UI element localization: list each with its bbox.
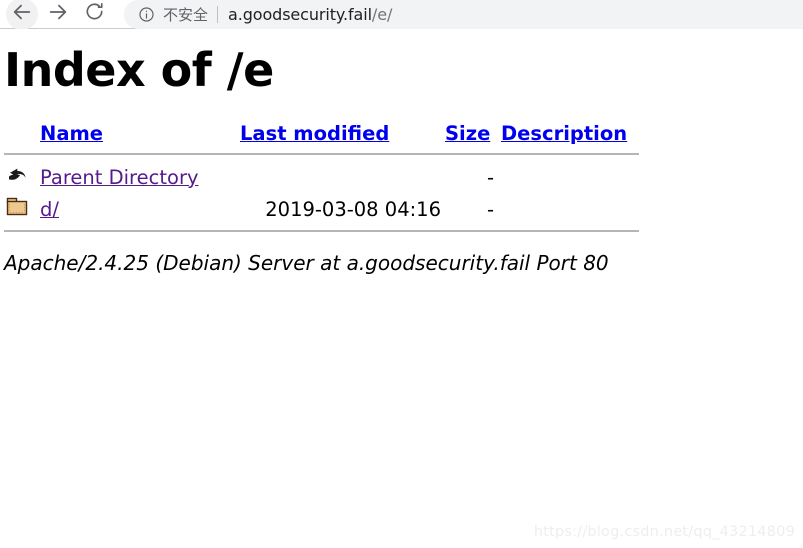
row-date-cell <box>240 161 445 194</box>
server-signature: Apache/2.4.25 (Debian) Server at a.goods… <box>4 250 609 275</box>
directory-listing: Name Last modified Size Description Pare… <box>0 122 803 238</box>
directory-link-d[interactable]: d/ <box>40 198 59 221</box>
sort-by-date-link[interactable]: Last modified <box>240 122 389 145</box>
parent-directory-link[interactable]: Parent Directory <box>40 166 199 189</box>
column-header-name[interactable]: Name <box>40 122 240 149</box>
address-bar[interactable]: 不安全 a.goodsecurity.fail/e/ <box>124 0 803 29</box>
folder-icon <box>6 197 30 224</box>
sort-by-size-link[interactable]: Size <box>445 122 490 145</box>
arrow-right-icon <box>47 1 69 28</box>
reload-icon <box>84 1 105 27</box>
table-bottom-rule-row <box>4 226 639 238</box>
horizontal-rule <box>4 230 639 234</box>
url-text[interactable]: a.goodsecurity.fail/e/ <box>228 5 392 24</box>
url-host: a.goodsecurity.fail <box>228 4 372 24</box>
row-date-cell: 2019-03-08 04:16 <box>265 198 441 222</box>
row-name-cell[interactable]: Parent Directory <box>40 161 240 194</box>
row-description-cell <box>501 161 639 194</box>
sort-by-description-link[interactable]: Description <box>501 122 627 145</box>
back-button[interactable] <box>4 0 40 30</box>
column-header-last-modified[interactable]: Last modified <box>240 122 445 149</box>
row-icon-cell <box>4 161 40 194</box>
sort-by-name-link[interactable]: Name <box>40 122 103 145</box>
omnibox-divider <box>217 5 219 23</box>
row-size-cell: - <box>486 198 494 222</box>
row-description-cell <box>501 194 639 226</box>
table-bottom-rule-cell <box>4 226 639 238</box>
browser-toolbar: 不安全 a.goodsecurity.fail/e/ <box>0 0 803 30</box>
column-header-description[interactable]: Description <box>501 122 639 149</box>
watermark: https://blog.csdn.net/qq_43214809 <box>533 524 795 540</box>
info-circle-icon[interactable] <box>138 6 155 23</box>
page-content: Index of /e Name Last modified Size Desc… <box>0 29 803 548</box>
row-size-cell: - <box>486 165 494 189</box>
row-icon-cell <box>4 194 40 226</box>
table-top-rule-cell <box>4 149 639 161</box>
page-title: Index of /e <box>4 43 274 97</box>
table-row: d/ 2019-03-08 04:16 - <box>4 194 639 226</box>
row-name-cell[interactable]: d/ <box>40 194 240 226</box>
header-icon-spacer <box>4 122 40 149</box>
reload-button[interactable] <box>76 0 112 29</box>
column-header-size[interactable]: Size <box>445 122 501 149</box>
security-status-text: 不安全 <box>163 5 209 24</box>
forward-button[interactable] <box>40 0 76 29</box>
table-top-rule-row <box>4 149 639 161</box>
table-row: Parent Directory - <box>4 161 639 194</box>
back-arrow-icon <box>6 168 30 192</box>
horizontal-rule <box>4 153 639 157</box>
arrow-left-icon <box>11 1 33 28</box>
index-table: Name Last modified Size Description Pare… <box>4 122 639 238</box>
table-header-row: Name Last modified Size Description <box>4 122 639 149</box>
url-path: /e/ <box>371 4 393 24</box>
